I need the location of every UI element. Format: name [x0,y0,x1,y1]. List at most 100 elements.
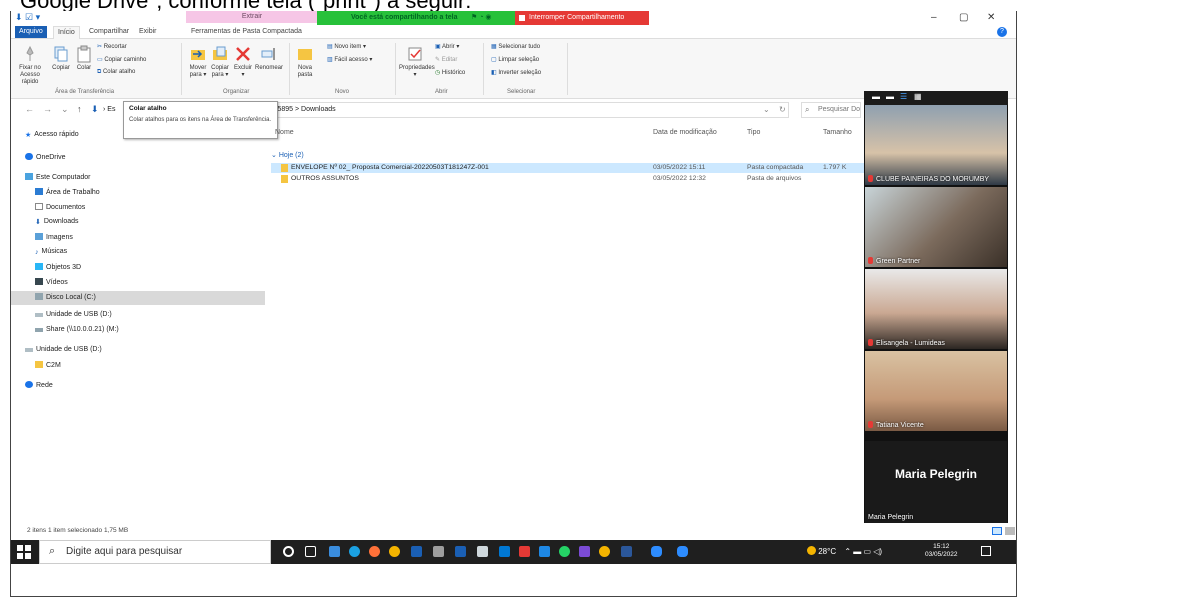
nav-item-network[interactable]: Rede [25,381,53,389]
cortana-icon[interactable] [283,546,294,557]
nav-item-downloads[interactable]: ⬇ Downloads [35,218,79,226]
quick-access-toolbar[interactable]: ⬇ ☑ ▾ [15,12,40,23]
maximize-button[interactable]: ▢ [959,12,968,23]
rename-button[interactable]: Renomear [255,45,283,72]
clear-selection-button[interactable]: ▢ Limpar seleção [491,56,539,63]
nav-item-music[interactable]: ♪ Músicas [35,248,67,256]
nav-item-c2m[interactable]: C2M [35,361,61,369]
nav-item-3d-objects[interactable]: Objetos 3D [35,263,81,271]
nav-item-quick-access[interactable]: ★ Acesso rápido [25,131,79,139]
outlook-icon[interactable] [499,546,510,557]
invert-selection-button[interactable]: ◧ Inverter seleção [491,69,541,76]
zoom-icon[interactable] [651,546,662,557]
recycle-icon[interactable] [433,546,444,557]
video-tile[interactable]: Tatiana Vicente [865,351,1007,431]
close-button[interactable]: ✕ [987,12,995,23]
grid-view-icon[interactable]: ▦ [914,92,922,101]
whatsapp-icon[interactable] [559,546,570,557]
task-view-icon[interactable] [305,546,316,557]
speaker-view-icon[interactable]: ☰ [900,92,907,101]
stop-share-button[interactable]: Interromper Compartilhamento [515,11,649,25]
tab-exibir[interactable]: Exibir [135,26,161,38]
nav-item-network-share[interactable]: Share (\\10.0.0.21) (M:) [35,326,119,333]
weather-icon[interactable] [807,546,816,555]
address-path[interactable]: s > 5895 > Downloads [259,102,789,118]
table-row[interactable]: OUTROS ASSUNTOS 03/05/2022 12:32 Pasta d… [271,174,866,184]
help-icon[interactable]: ? [997,27,1007,37]
edit-button[interactable]: ✎ Editar [435,56,457,63]
file-explorer-icon[interactable] [455,546,466,557]
column-size[interactable]: Tamanho [823,129,852,136]
edge-icon[interactable] [349,546,360,557]
minimize-button[interactable]: – [931,12,937,23]
properties-button[interactable]: Propriedades ▾ [399,45,435,79]
history-button[interactable]: ◷ Histórico [435,69,465,76]
restore-icon[interactable]: ▬ [886,92,894,101]
video-tile[interactable]: Green Partner [865,187,1007,267]
group-header[interactable]: ⌄ Hoje (2) [271,151,304,159]
video-tile[interactable]: Elisangela - Lumideas [865,269,1007,349]
taskbar-search-input[interactable]: Digite aqui para pesquisar [39,540,271,564]
new-item-button[interactable]: ▤ Novo item ▾ [327,43,366,50]
taskbar-clock[interactable]: 15:12 03/05/2022 [925,543,958,559]
paste-button[interactable]: Colar [73,45,95,72]
zoom-meeting-icon[interactable] [677,546,688,557]
skype-icon[interactable] [539,546,550,557]
security-icon[interactable] [519,546,530,557]
search-input[interactable]: Pesquisar Dov [801,102,861,118]
up-arrow-icon[interactable]: ↑ [77,104,82,114]
chevron-down-icon[interactable]: ⌄ [61,104,69,115]
nav-item-usb-drive[interactable]: Unidade de USB (D:) [35,311,112,318]
forward-arrow-icon[interactable]: → [43,104,52,114]
column-type[interactable]: Tipo [747,129,760,136]
tab-ferramentas-pasta[interactable]: Ferramentas de Pasta Compactada [187,26,306,38]
copy-to-button[interactable]: Copiar para ▾ [209,45,231,79]
pin-quick-access-button[interactable]: Fixar no Acesso rápido [13,45,47,86]
thumbnail-view-icon[interactable] [1005,527,1015,535]
select-all-button[interactable]: ▦ Selecionar tudo [491,43,540,50]
new-folder-button[interactable]: Nova pasta [293,45,317,79]
video-tile[interactable]: CLUBE PAINEIRAS DO MORUMBY [865,105,1007,185]
usb-icon[interactable] [477,546,488,557]
tab-arquivo[interactable]: Arquivo [15,26,47,38]
column-date[interactable]: Data de modificação [653,129,717,136]
word-icon[interactable] [621,546,632,557]
table-row[interactable]: ENVELOPE Nº 02_ Proposta Comercial-20220… [271,163,866,173]
temperature[interactable]: 28°C [818,547,836,556]
download-app-icon[interactable] [411,546,422,557]
column-name[interactable]: Nome [275,129,294,136]
share-controls-icon[interactable]: ⚑ ◔ ◉ [467,11,515,25]
context-tab-extract[interactable]: Extrair [186,11,318,23]
cut-button[interactable]: ✂ Recortar [97,43,127,50]
nav-item-local-disk[interactable]: Disco Local (C:) [11,291,265,305]
move-to-button[interactable]: Mover para ▾ [187,45,209,79]
nav-item-pictures[interactable]: Imagens [35,233,73,241]
teams-icon[interactable] [579,546,590,557]
tab-compartilhar[interactable]: Compartilhar [85,26,133,38]
easy-access-button[interactable]: ▥ Fácil acesso ▾ [327,56,372,63]
tab-inicio[interactable]: Início [53,26,80,39]
video-tile-host[interactable]: Maria Pelegrin Maria Pelegrin [865,441,1007,523]
nav-item-onedrive[interactable]: OneDrive [25,153,66,161]
nav-item-this-pc[interactable]: Este Computador [25,173,90,181]
windows-start-icon[interactable] [17,545,31,559]
minimize-icon[interactable]: ▬ [872,92,880,101]
refresh-icon[interactable]: ↻ [779,105,786,114]
notification-icon[interactable] [981,546,991,556]
store-icon[interactable] [329,546,340,557]
nav-item-desktop[interactable]: Área de Trabalho [35,188,100,196]
firefox-icon[interactable] [369,546,380,557]
copy-path-button[interactable]: ▭ Copiar caminho [97,56,146,63]
copy-button[interactable]: Copiar [49,45,73,72]
delete-button[interactable]: Excluir ▾ [233,45,253,79]
address-dropdown-icon[interactable]: ⌄ [763,105,770,114]
paste-shortcut-button[interactable]: ⧉ Colar atalho [97,69,135,76]
nav-item-usb-drive-root[interactable]: Unidade de USB (D:) [25,346,102,353]
chrome-profile-icon[interactable] [599,546,610,557]
nav-item-videos[interactable]: Vídeos [35,278,68,286]
open-button[interactable]: ▣ Abrir ▾ [435,43,459,50]
tray-icons[interactable]: ⌃ ▬ ▭ ◁) [844,547,882,556]
back-arrow-icon[interactable]: ← [25,104,34,114]
chrome-icon[interactable] [389,546,400,557]
details-view-icon[interactable] [992,527,1002,535]
